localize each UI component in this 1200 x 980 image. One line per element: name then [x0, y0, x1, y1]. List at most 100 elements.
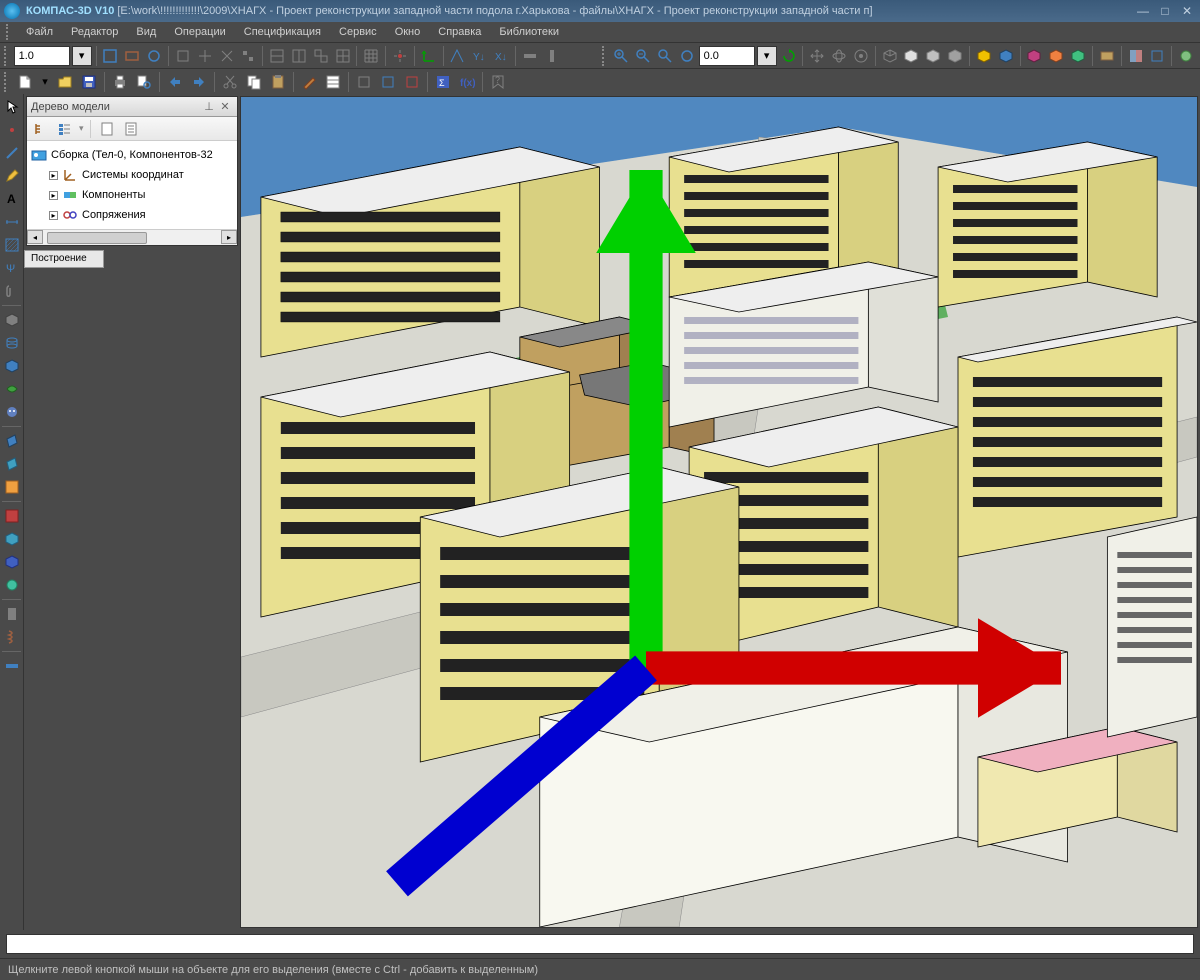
help-icon[interactable]: ? — [487, 71, 509, 93]
tool-button[interactable] — [311, 45, 331, 67]
hatch-icon[interactable] — [1, 234, 23, 256]
tool-icon[interactable] — [1, 603, 23, 625]
zoom-out-icon[interactable] — [633, 45, 653, 67]
tool-button[interactable] — [542, 45, 562, 67]
coord-input[interactable] — [699, 46, 755, 66]
scroll-right-icon[interactable]: ▸ — [221, 230, 237, 244]
coord-dropdown[interactable]: ▾ — [757, 46, 777, 66]
menu-file[interactable]: Файл — [18, 24, 61, 40]
tool-button[interactable] — [101, 45, 121, 67]
close-button[interactable]: ✕ — [1178, 3, 1196, 19]
copy-icon[interactable] — [243, 71, 265, 93]
cursor-icon[interactable] — [1, 96, 23, 118]
tool-button[interactable] — [173, 45, 193, 67]
tree-node-components[interactable]: ▸ Компоненты — [49, 185, 233, 205]
scroll-left-icon[interactable]: ◂ — [27, 230, 43, 244]
close-panel-icon[interactable]: ✕ — [217, 99, 233, 115]
tree-node-mates[interactable]: ▸ Сопряжения — [49, 205, 233, 225]
sketch-icon[interactable] — [1, 476, 23, 498]
tree-mode-icon[interactable] — [55, 119, 75, 139]
tool-button[interactable] — [267, 45, 287, 67]
menu-service[interactable]: Сервис — [331, 24, 385, 40]
axis-icon[interactable] — [1, 453, 23, 475]
scale-dropdown[interactable]: ▾ — [72, 46, 92, 66]
tool-button[interactable] — [122, 45, 142, 67]
scale-input[interactable] — [14, 46, 70, 66]
print-icon[interactable] — [109, 71, 131, 93]
new-file-icon[interactable] — [14, 71, 36, 93]
extrude-icon[interactable] — [1, 309, 23, 331]
tool-button[interactable]: X↓ — [491, 45, 511, 67]
properties-icon[interactable] — [322, 71, 344, 93]
menu-libraries[interactable]: Библиотеки — [491, 24, 567, 40]
shading-icon[interactable] — [974, 45, 994, 67]
zoom-fit-icon[interactable] — [677, 45, 697, 67]
shading-icon[interactable] — [996, 45, 1016, 67]
command-input[interactable] — [6, 934, 1194, 954]
tool-icon[interactable] — [1, 551, 23, 573]
menu-editor[interactable]: Редактор — [63, 24, 126, 40]
view-iso-icon[interactable] — [880, 45, 900, 67]
minimize-button[interactable]: — — [1134, 3, 1152, 19]
snap-icon[interactable] — [390, 45, 410, 67]
view-icon[interactable] — [945, 45, 965, 67]
edit-icon[interactable] — [1, 165, 23, 187]
tool-icon[interactable] — [1, 655, 23, 677]
clip-icon[interactable] — [1, 280, 23, 302]
cut-icon[interactable] — [219, 71, 241, 93]
tool-icon[interactable] — [353, 71, 375, 93]
dimension-icon[interactable] — [1, 211, 23, 233]
tree-node-coords[interactable]: ▸ Системы координат — [49, 165, 233, 185]
view-icon[interactable] — [923, 45, 943, 67]
rotate-icon[interactable] — [829, 45, 849, 67]
expand-icon[interactable]: ▸ — [49, 191, 58, 200]
print-preview-icon[interactable] — [133, 71, 155, 93]
tool-button[interactable] — [195, 45, 215, 67]
point-icon[interactable] — [1, 119, 23, 141]
tool-icon[interactable] — [1, 574, 23, 596]
redo-icon[interactable] — [188, 71, 210, 93]
expand-icon[interactable]: ▸ — [49, 211, 58, 220]
variables-icon[interactable]: Σ — [432, 71, 454, 93]
refresh-icon[interactable] — [779, 45, 799, 67]
menu-window[interactable]: Окно — [387, 24, 429, 40]
shading-icon[interactable] — [1068, 45, 1088, 67]
ucs-icon[interactable] — [419, 45, 439, 67]
orbit-icon[interactable] — [851, 45, 871, 67]
tool-icon[interactable] — [401, 71, 423, 93]
pan-icon[interactable] — [807, 45, 827, 67]
tool-button[interactable]: Y↓ — [469, 45, 489, 67]
cat-icon[interactable] — [1, 401, 23, 423]
scroll-thumb[interactable] — [47, 232, 147, 244]
tool-button[interactable] — [217, 45, 237, 67]
pin-icon[interactable]: ⊥ — [201, 99, 217, 115]
tool-button[interactable] — [144, 45, 164, 67]
tree-root[interactable]: Сборка (Тел-0, Компонентов-32 — [31, 145, 233, 165]
grid-icon[interactable] — [361, 45, 381, 67]
tool-icon[interactable] — [1, 505, 23, 527]
tool-button[interactable] — [333, 45, 353, 67]
tool-icon[interactable] — [1176, 45, 1196, 67]
tool-button[interactable] — [448, 45, 468, 67]
expand-icon[interactable]: ▸ — [49, 171, 58, 180]
menu-specification[interactable]: Спецификация — [236, 24, 329, 40]
zoom-window-icon[interactable] — [655, 45, 675, 67]
menu-help[interactable]: Справка — [430, 24, 489, 40]
spring-icon[interactable] — [1, 626, 23, 648]
tool-icon[interactable]: Ψ — [1, 257, 23, 279]
tree-props-icon[interactable] — [121, 119, 141, 139]
paste-icon[interactable] — [267, 71, 289, 93]
shading-icon[interactable] — [1025, 45, 1045, 67]
zoom-in-icon[interactable] — [611, 45, 631, 67]
view-icon[interactable] — [902, 45, 922, 67]
plane-icon[interactable] — [1, 430, 23, 452]
maximize-button[interactable]: □ — [1156, 3, 1174, 19]
undo-icon[interactable] — [164, 71, 186, 93]
new-dropdown[interactable]: ▾ — [38, 71, 52, 93]
text-icon[interactable]: A — [1, 188, 23, 210]
tool-icon[interactable] — [377, 71, 399, 93]
line-icon[interactable] — [1, 142, 23, 164]
loft-icon[interactable] — [1, 355, 23, 377]
tree-content[interactable]: Сборка (Тел-0, Компонентов-32 ▸ Системы … — [27, 141, 237, 229]
open-icon[interactable] — [54, 71, 76, 93]
